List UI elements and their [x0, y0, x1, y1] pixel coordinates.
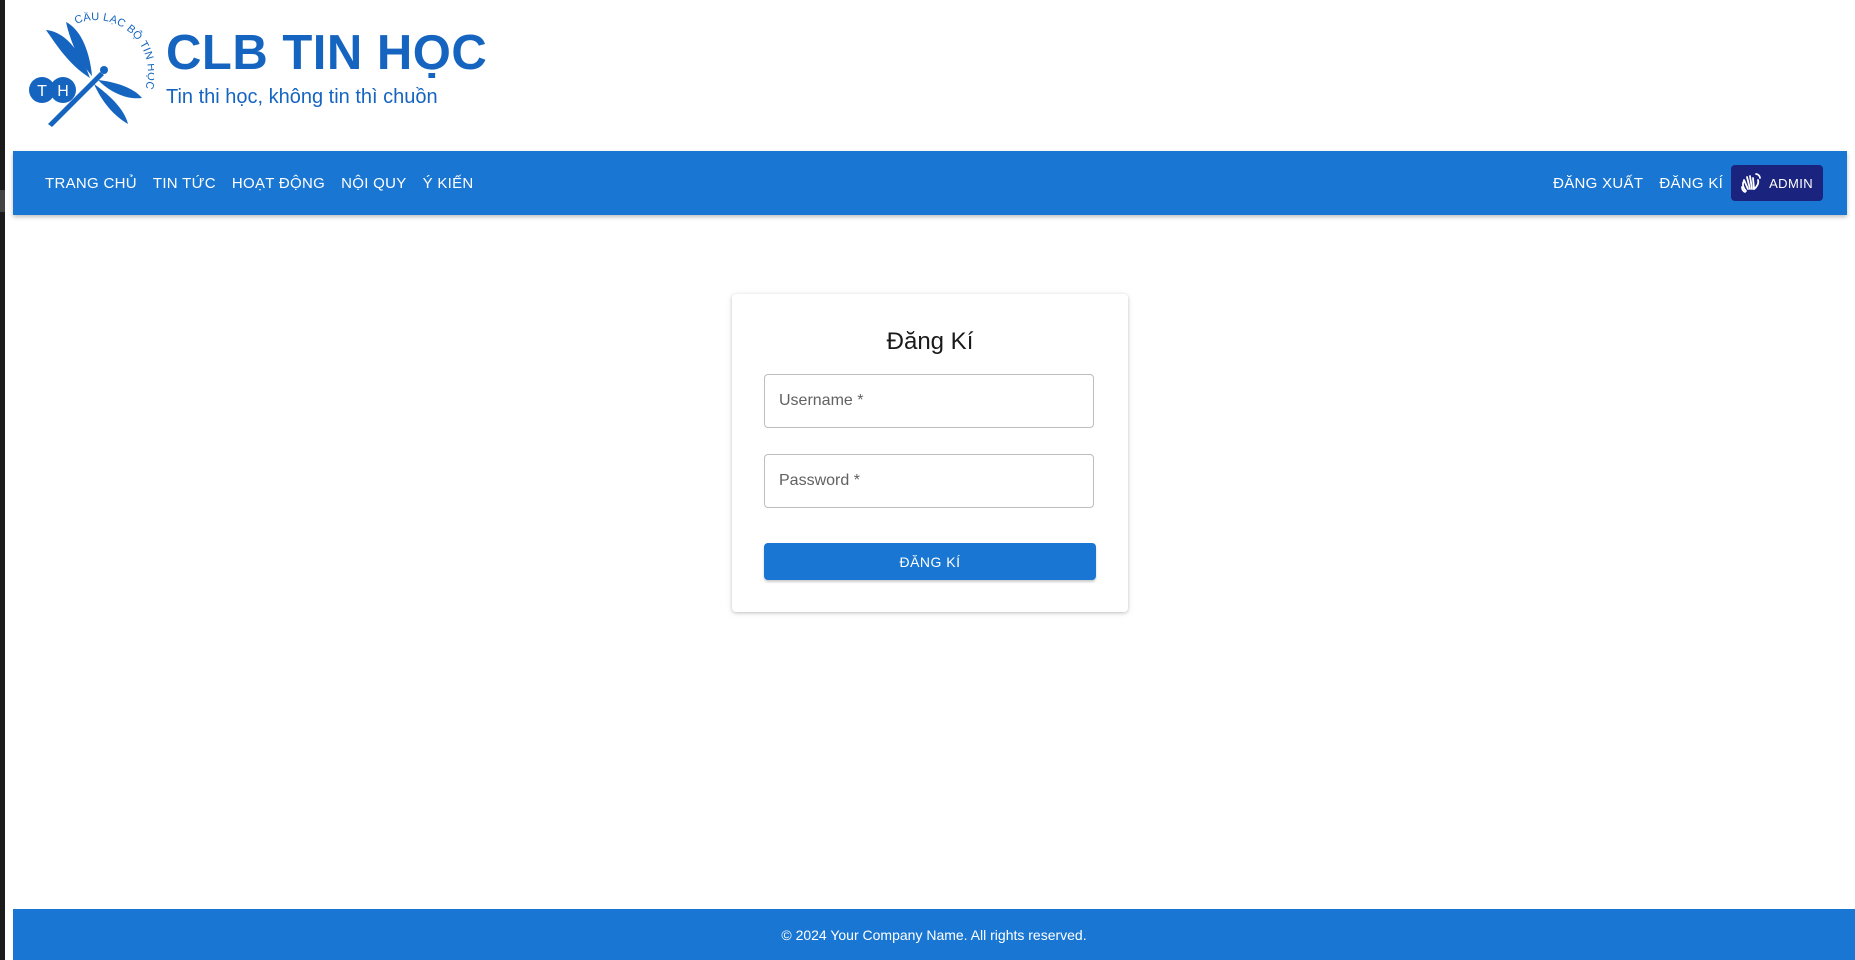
nav-feedback[interactable]: Ý KIẾN	[415, 169, 482, 198]
page: CÂU LẠC BỘ TIN HỌC T H CLB TIN HỌC T	[0, 0, 1855, 960]
username-field[interactable]	[764, 374, 1094, 428]
window-edge	[0, 0, 5, 960]
nav-activities[interactable]: HOẠT ĐỘNG	[224, 169, 333, 198]
admin-label: ADMIN	[1769, 175, 1813, 191]
password-field[interactable]	[764, 454, 1094, 508]
nav-register[interactable]: ĐĂNG KÍ	[1651, 169, 1731, 198]
register-submit-button[interactable]: ĐĂNG KÍ	[764, 543, 1096, 580]
nav-logout[interactable]: ĐĂNG XUẤT	[1545, 169, 1651, 198]
waving-hand-icon	[1741, 173, 1762, 193]
register-card: Đăng Kí ĐĂNG KÍ	[732, 294, 1128, 612]
site-header: CÂU LẠC BỘ TIN HỌC T H CLB TIN HỌC T	[28, 12, 487, 128]
nav-home[interactable]: TRANG CHỦ	[37, 169, 145, 198]
password-input[interactable]	[765, 455, 1093, 507]
nav-right-group: ĐĂNG XUẤT ĐĂNG KÍ ADMIN	[1545, 165, 1823, 201]
nav-news[interactable]: TIN TỨC	[145, 169, 224, 198]
svg-text:T: T	[37, 83, 47, 100]
site-footer: © 2024 Your Company Name. All rights res…	[13, 909, 1855, 960]
footer-copyright: © 2024 Your Company Name. All rights res…	[781, 926, 1087, 943]
site-slogan: Tin thi học, không tin thì chuồn	[166, 86, 438, 108]
brand-text: CLB TIN HỌC Tin thi học, không tin thì c…	[166, 29, 487, 109]
register-title: Đăng Kí	[886, 328, 974, 355]
site-title[interactable]: CLB TIN HỌC	[166, 29, 487, 78]
svg-text:H: H	[57, 83, 69, 100]
window-edge-handle	[0, 190, 5, 212]
dragonfly-logo-icon[interactable]: CÂU LẠC BỘ TIN HỌC T H	[28, 12, 154, 128]
main-navbar: TRANG CHỦ TIN TỨC HOẠT ĐỘNG NỘI QUY Ý KI…	[13, 151, 1847, 215]
username-input[interactable]	[765, 375, 1093, 427]
admin-button[interactable]: ADMIN	[1731, 165, 1823, 201]
nav-rules[interactable]: NỘI QUY	[333, 169, 414, 198]
nav-left-group: TRANG CHỦ TIN TỨC HOẠT ĐỘNG NỘI QUY Ý KI…	[37, 169, 482, 198]
